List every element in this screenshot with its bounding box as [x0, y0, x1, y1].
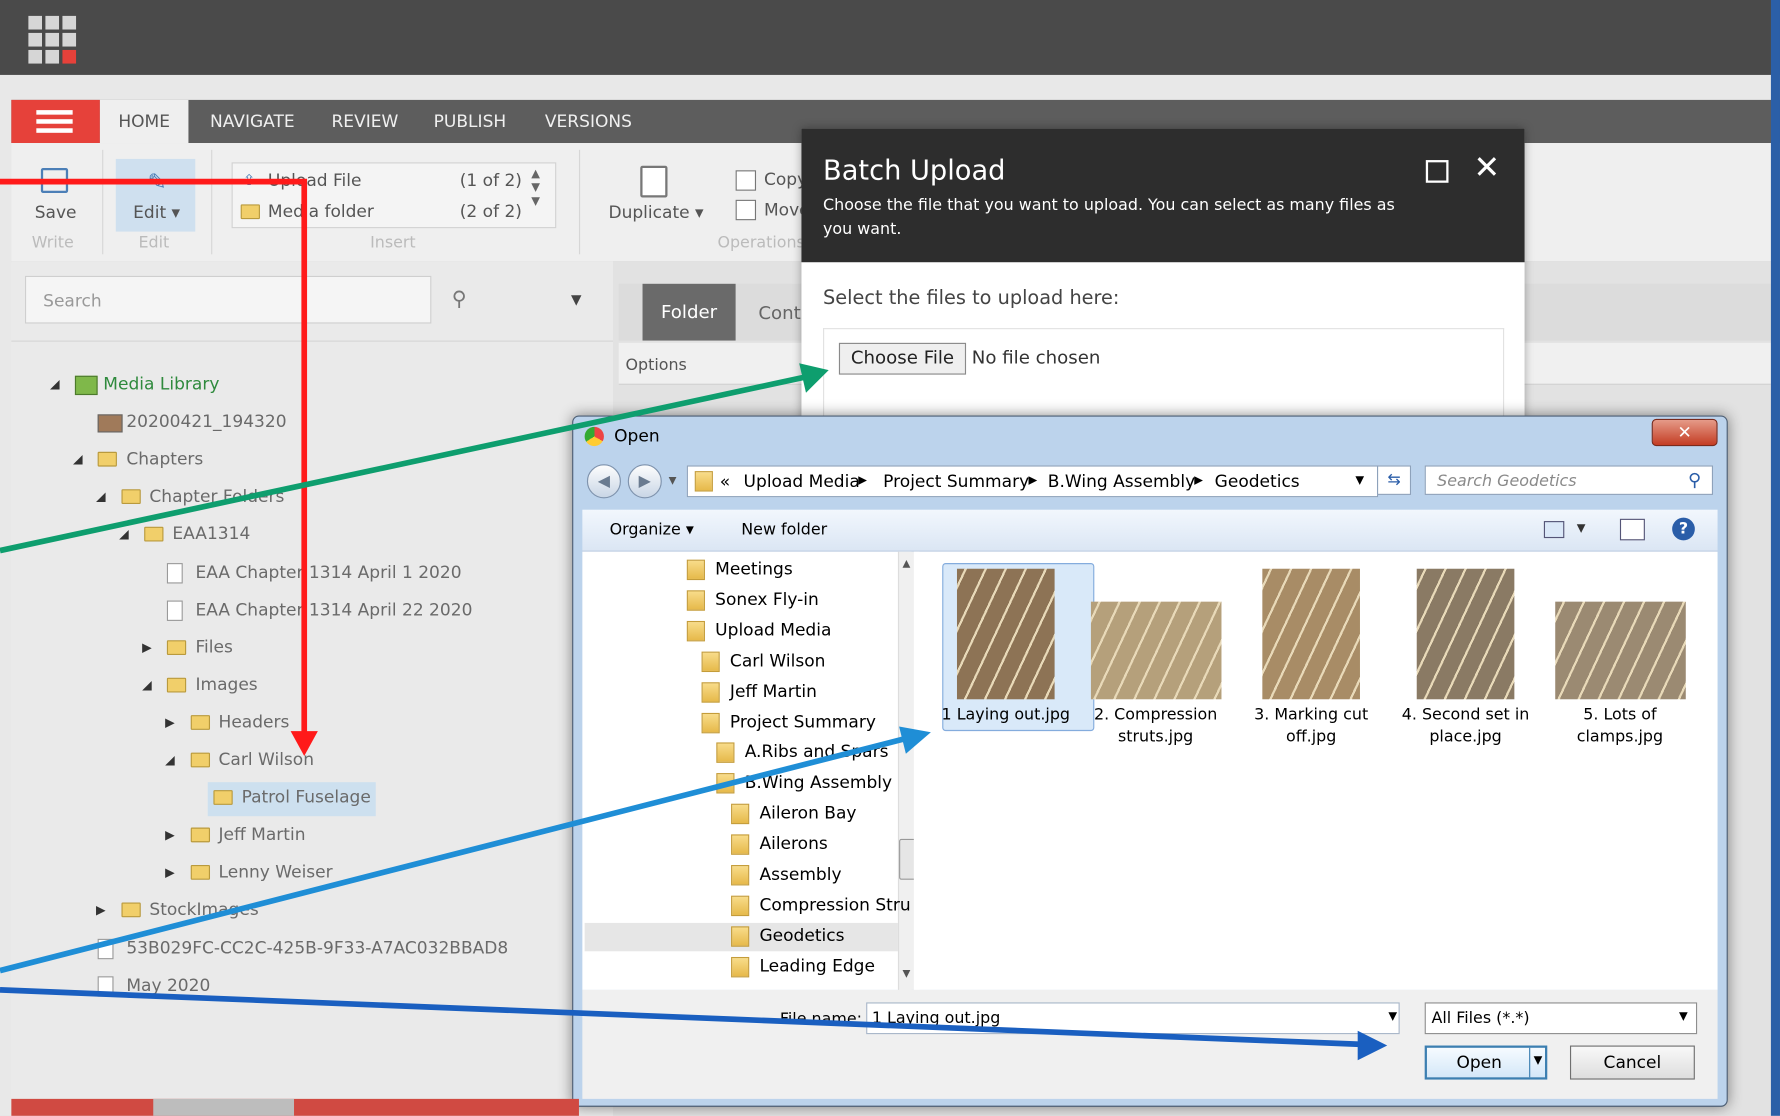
- green-arrowhead: [799, 363, 829, 393]
- red-arrow: [0, 178, 308, 741]
- blue-arrowhead: [899, 726, 931, 754]
- annotation-arrows: [0, 178, 1388, 1061]
- blue-arrow: [0, 735, 909, 974]
- dark-blue-arrow: [0, 987, 1363, 1048]
- dark-blue-arrowhead: [1357, 1030, 1388, 1061]
- green-arrow: [0, 374, 807, 554]
- red-arrowhead: [290, 731, 318, 757]
